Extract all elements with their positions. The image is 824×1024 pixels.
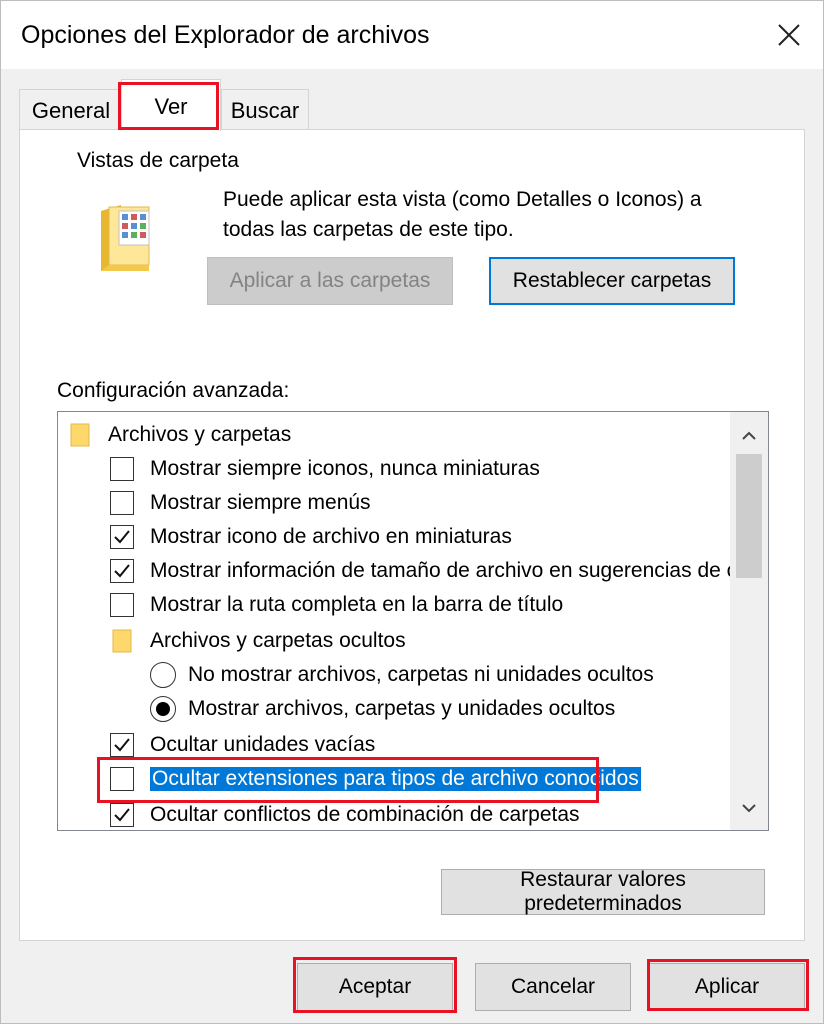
checkmark-icon xyxy=(114,738,130,752)
window-title: Opciones del Explorador de archivos xyxy=(21,21,430,49)
tree-item-label: Ocultar conflictos de combinación de car… xyxy=(150,803,580,826)
folder-options-window: Opciones del Explorador de archivos Gene… xyxy=(0,0,824,1024)
cancel-button[interactable]: Cancelar xyxy=(475,963,631,1011)
accept-button[interactable]: Aceptar xyxy=(297,963,453,1011)
checkbox-checked[interactable] xyxy=(110,803,134,827)
tree-item-label: Mostrar la ruta completa en la barra de … xyxy=(150,593,564,616)
tree-item-show-hidden[interactable]: Mostrar archivos, carpetas y unidades oc… xyxy=(150,692,615,726)
tree-item-label: Archivos y carpetas ocultos xyxy=(150,629,406,652)
radio-unselected[interactable] xyxy=(150,662,176,688)
folder-icon xyxy=(112,629,132,653)
tree-item-label: Ocultar unidades vacías xyxy=(150,733,376,756)
advanced-settings-label: Configuración avanzada: xyxy=(57,379,290,402)
tree-item-show-file-size-info[interactable]: Mostrar información de tamaño de archivo… xyxy=(110,554,769,588)
checkbox-unchecked[interactable] xyxy=(110,767,134,791)
scroll-thumb[interactable] xyxy=(736,454,762,578)
checkbox-checked[interactable] xyxy=(110,559,134,583)
folder-views-legend: Vistas de carpeta xyxy=(71,149,245,173)
title-bar: Opciones del Explorador de archivos xyxy=(1,1,823,69)
tree-item-label: Mostrar siempre menús xyxy=(150,491,371,514)
tree-item-label-selected: Ocultar extensiones para tipos de archiv… xyxy=(150,767,641,791)
reset-folders-button[interactable]: Restablecer carpetas xyxy=(489,257,735,305)
restore-defaults-button[interactable]: Restaurar valores predeterminados xyxy=(441,868,765,915)
tree-item-dont-show-hidden[interactable]: No mostrar archivos, carpetas ni unidade… xyxy=(150,658,654,692)
folder-view-icon xyxy=(99,201,163,278)
tree-item-label: Mostrar icono de archivo en miniaturas xyxy=(150,525,512,548)
tree-item-label: Mostrar información de tamaño de archivo… xyxy=(150,559,769,582)
folder-icon xyxy=(70,423,90,447)
apply-to-folders-button[interactable]: Aplicar a las carpetas xyxy=(207,257,453,305)
scroll-up-button[interactable] xyxy=(730,418,768,454)
tab-ver[interactable]: Ver xyxy=(121,79,221,131)
tree-item-always-show-menus[interactable]: Mostrar siempre menús xyxy=(110,486,371,520)
tree-item-label: Archivos y carpetas xyxy=(108,423,292,446)
checkmark-icon xyxy=(114,564,130,578)
tab-buscar[interactable]: Buscar xyxy=(221,89,309,129)
tree-item-always-show-icons[interactable]: Mostrar siempre iconos, nunca miniaturas xyxy=(110,452,540,486)
tree-item-hide-empty-drives[interactable]: Ocultar unidades vacías xyxy=(110,728,375,762)
tree-item-hide-merge-conflicts[interactable]: Ocultar conflictos de combinación de car… xyxy=(110,798,580,830)
chevron-down-icon xyxy=(742,804,756,813)
tree-item-label: Mostrar siempre iconos, nunca miniaturas xyxy=(150,457,540,480)
tree-item-label: Mostrar archivos, carpetas y unidades oc… xyxy=(188,697,616,720)
apply-button[interactable]: Aplicar xyxy=(649,963,805,1011)
tab-general[interactable]: General xyxy=(19,89,123,129)
tree-item-hide-extensions[interactable]: Ocultar extensiones para tipos de archiv… xyxy=(110,762,641,796)
radio-selected[interactable] xyxy=(150,696,176,722)
checkbox-unchecked[interactable] xyxy=(110,457,134,481)
vertical-scrollbar[interactable] xyxy=(730,412,768,830)
radio-dot-icon xyxy=(156,702,170,716)
close-icon xyxy=(778,24,800,46)
advanced-settings-tree[interactable]: Archivos y carpetas Mostrar siempre icon… xyxy=(57,411,769,831)
checkmark-icon xyxy=(114,530,130,544)
checkmark-icon xyxy=(114,808,130,822)
tree-item-label: No mostrar archivos, carpetas ni unidade… xyxy=(188,663,654,686)
checkbox-checked[interactable] xyxy=(110,525,134,549)
chevron-up-icon xyxy=(742,431,756,440)
checkbox-unchecked[interactable] xyxy=(110,593,134,617)
tree-item-show-full-path[interactable]: Mostrar la ruta completa en la barra de … xyxy=(110,588,563,622)
checkbox-unchecked[interactable] xyxy=(110,491,134,515)
tree-folder-hidden-files[interactable]: Archivos y carpetas ocultos xyxy=(112,624,406,658)
folder-views-description: Puede aplicar esta vista (como Detalles … xyxy=(223,188,702,241)
scroll-down-button[interactable] xyxy=(730,790,768,826)
close-button[interactable] xyxy=(761,9,817,61)
tree-folder-files-and-folders[interactable]: Archivos y carpetas xyxy=(70,418,291,452)
checkbox-checked[interactable] xyxy=(110,733,134,757)
tree-item-show-file-icon-thumbnails[interactable]: Mostrar icono de archivo en miniaturas xyxy=(110,520,512,554)
